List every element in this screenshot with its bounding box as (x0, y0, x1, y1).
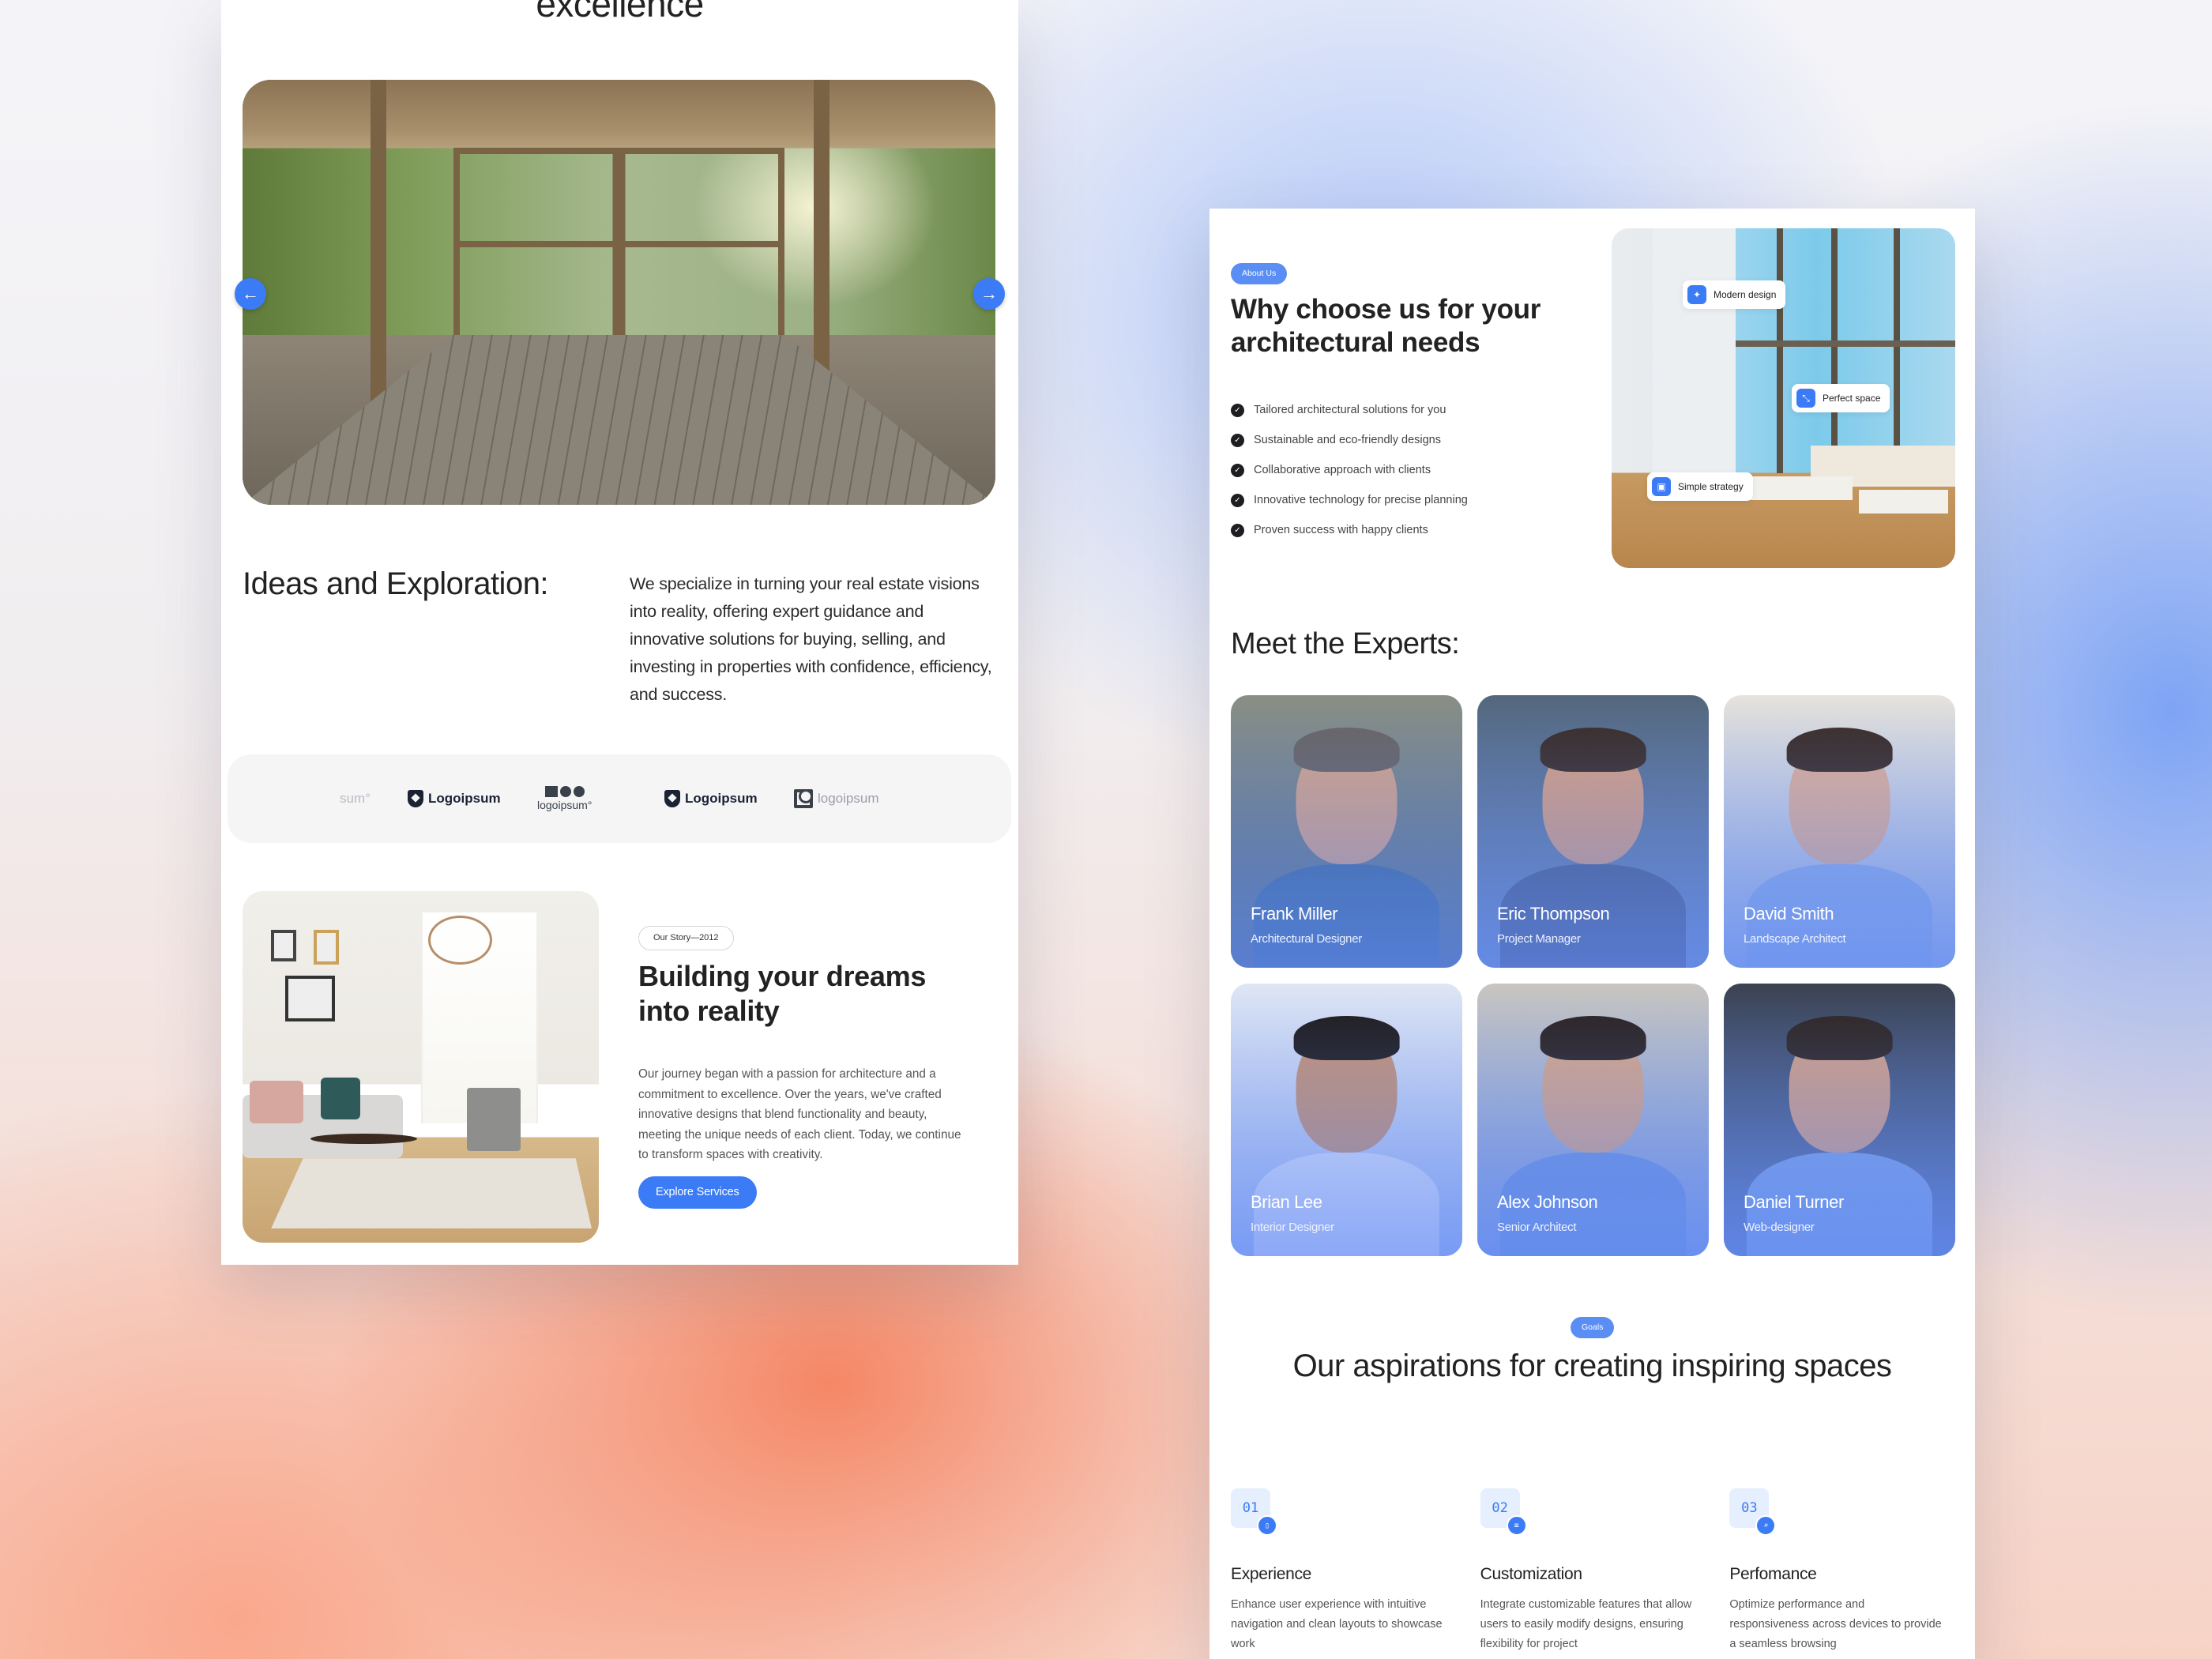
cursor-icon: ⌕ (1755, 1515, 1777, 1536)
checklist-item: ✓ Innovative technology for precise plann… (1231, 485, 1468, 515)
features-list: 01 ▯ Experience Enhance user experience … (1231, 1488, 1955, 1654)
checklist-item: ✓ Tailored architectural solutions for yo… (1231, 395, 1468, 425)
checklist-item: ✓ Sustainable and eco-friendly designs (1231, 425, 1468, 455)
check-icon: ✓ (1231, 403, 1244, 417)
tag-simple-strategy: ▣ Simple strategy (1647, 472, 1753, 501)
goals-pill: Goals (1571, 1317, 1615, 1338)
expert-role: Architectural Designer (1251, 932, 1362, 946)
expert-card[interactable]: David Smith Landscape Architect (1724, 695, 1955, 968)
expert-card[interactable]: Brian Lee Interior Designer (1231, 984, 1462, 1256)
logo-stack: logoipsum° (537, 786, 592, 811)
hero-title: excellence (536, 0, 704, 24)
wand-icon: ⤡ (1796, 389, 1815, 408)
expert-role: Project Manager (1497, 932, 1581, 946)
check-icon: ✓ (1231, 493, 1244, 507)
expert-card[interactable]: Daniel Turner Web-designer (1724, 984, 1955, 1256)
explore-services-button[interactable]: Explore Services (638, 1176, 757, 1209)
image-carousel[interactable] (243, 80, 995, 505)
ideas-text: We specialize in turning your real estat… (630, 574, 992, 704)
expert-name: Eric Thompson (1497, 904, 1610, 924)
expert-card[interactable]: Alex Johnson Senior Architect (1477, 984, 1709, 1256)
experts-title: Meet the Experts: (1231, 627, 1460, 660)
story-title: Building your dreams into reality (638, 960, 927, 1027)
expert-role: Landscape Architect (1744, 932, 1846, 946)
story-pill: Our Story—2012 (638, 926, 734, 950)
tag-perfect-space: ⤡ Perfect space (1792, 384, 1890, 412)
living-room-image (243, 891, 599, 1243)
list-icon: ≡ (1506, 1515, 1527, 1536)
feature-title: Experience (1231, 1565, 1312, 1583)
device-icon: ▯ (1257, 1515, 1277, 1536)
expert-card[interactable]: Eric Thompson Project Manager (1477, 695, 1709, 968)
logo-strip: sum° Logoipsum logoipsum° Logoipsum logo… (228, 754, 1011, 843)
feature-number: 02 ≡ (1480, 1488, 1527, 1536)
feature-item: 03 ⌕ Perfomance Optimize performance and… (1729, 1488, 1955, 1654)
feature-item: 01 ▯ Experience Enhance user experience … (1231, 1488, 1457, 1654)
expert-name: Frank Miller (1251, 904, 1338, 924)
expert-name: David Smith (1744, 904, 1834, 924)
logo-faded: sum° (340, 791, 371, 806)
aspirations-title: Our aspirations for creating inspiring s… (1292, 1349, 1892, 1383)
ideas-title: Ideas and Exploration: (243, 566, 549, 601)
checklist-item: ✓ Proven success with happy clients (1231, 515, 1468, 545)
why-choose-title: Why choose us for your architectural nee… (1231, 294, 1541, 358)
carousel-next-button[interactable]: → (973, 278, 1005, 310)
expert-role: Web-designer (1744, 1221, 1815, 1234)
feature-item: 02 ≡ Customization Integrate customizabl… (1480, 1488, 1706, 1654)
arrow-left-icon: ← (242, 284, 259, 303)
checklist-item: ✓ Collaborative approach with clients (1231, 455, 1468, 485)
about-us-pill: About Us (1231, 263, 1288, 284)
logo-square: logoipsum (794, 789, 879, 808)
feature-text: Optimize performance and responsiveness … (1729, 1598, 1942, 1650)
shapes-logo-icon (544, 786, 585, 797)
expert-name: Daniel Turner (1744, 1192, 1844, 1212)
tag-modern-design: ✦ Modern design (1683, 280, 1786, 309)
porch-image (243, 80, 995, 505)
carousel-prev-button[interactable]: ← (235, 278, 266, 310)
logo-shield: Logoipsum (408, 790, 501, 807)
logo-shield: Logoipsum (664, 790, 758, 807)
interior-image: ✦ Modern design ⤡ Perfect space ▣ Simple… (1612, 228, 1955, 568)
check-icon: ✓ (1231, 523, 1244, 537)
arrow-right-icon: → (980, 284, 998, 303)
expert-name: Brian Lee (1251, 1192, 1322, 1212)
left-page-preview: excellence ← → Ideas and Exploration: We… (221, 0, 1018, 1265)
shield-logo-icon (664, 790, 680, 807)
feature-title: Customization (1480, 1565, 1582, 1583)
expert-name: Alex Johnson (1497, 1192, 1598, 1212)
expert-role: Interior Designer (1251, 1221, 1334, 1234)
feature-number: 03 ⌕ (1729, 1488, 1777, 1536)
check-icon: ✓ (1231, 433, 1244, 447)
expert-card[interactable]: Frank Miller Architectural Designer (1231, 695, 1462, 968)
checklist: ✓ Tailored architectural solutions for yo… (1231, 395, 1468, 545)
feature-title: Perfomance (1729, 1565, 1817, 1583)
feature-text: Enhance user experience with intuitive n… (1231, 1598, 1443, 1650)
feature-number: 01 ▯ (1231, 1488, 1277, 1536)
experts-grid: Frank Miller Architectural Designer Eric… (1231, 695, 1955, 1256)
star-icon: ✦ (1687, 285, 1706, 304)
story-text: Our journey began with a passion for arc… (638, 1067, 961, 1162)
feature-text: Integrate customizable features that all… (1480, 1598, 1692, 1650)
check-icon: ✓ (1231, 463, 1244, 477)
expert-role: Senior Architect (1497, 1221, 1577, 1234)
shield-logo-icon (408, 790, 423, 807)
document-icon: ▣ (1652, 477, 1671, 496)
right-page-preview: About Us Why choose us for your architec… (1209, 209, 1975, 1659)
square-logo-icon (794, 789, 813, 808)
